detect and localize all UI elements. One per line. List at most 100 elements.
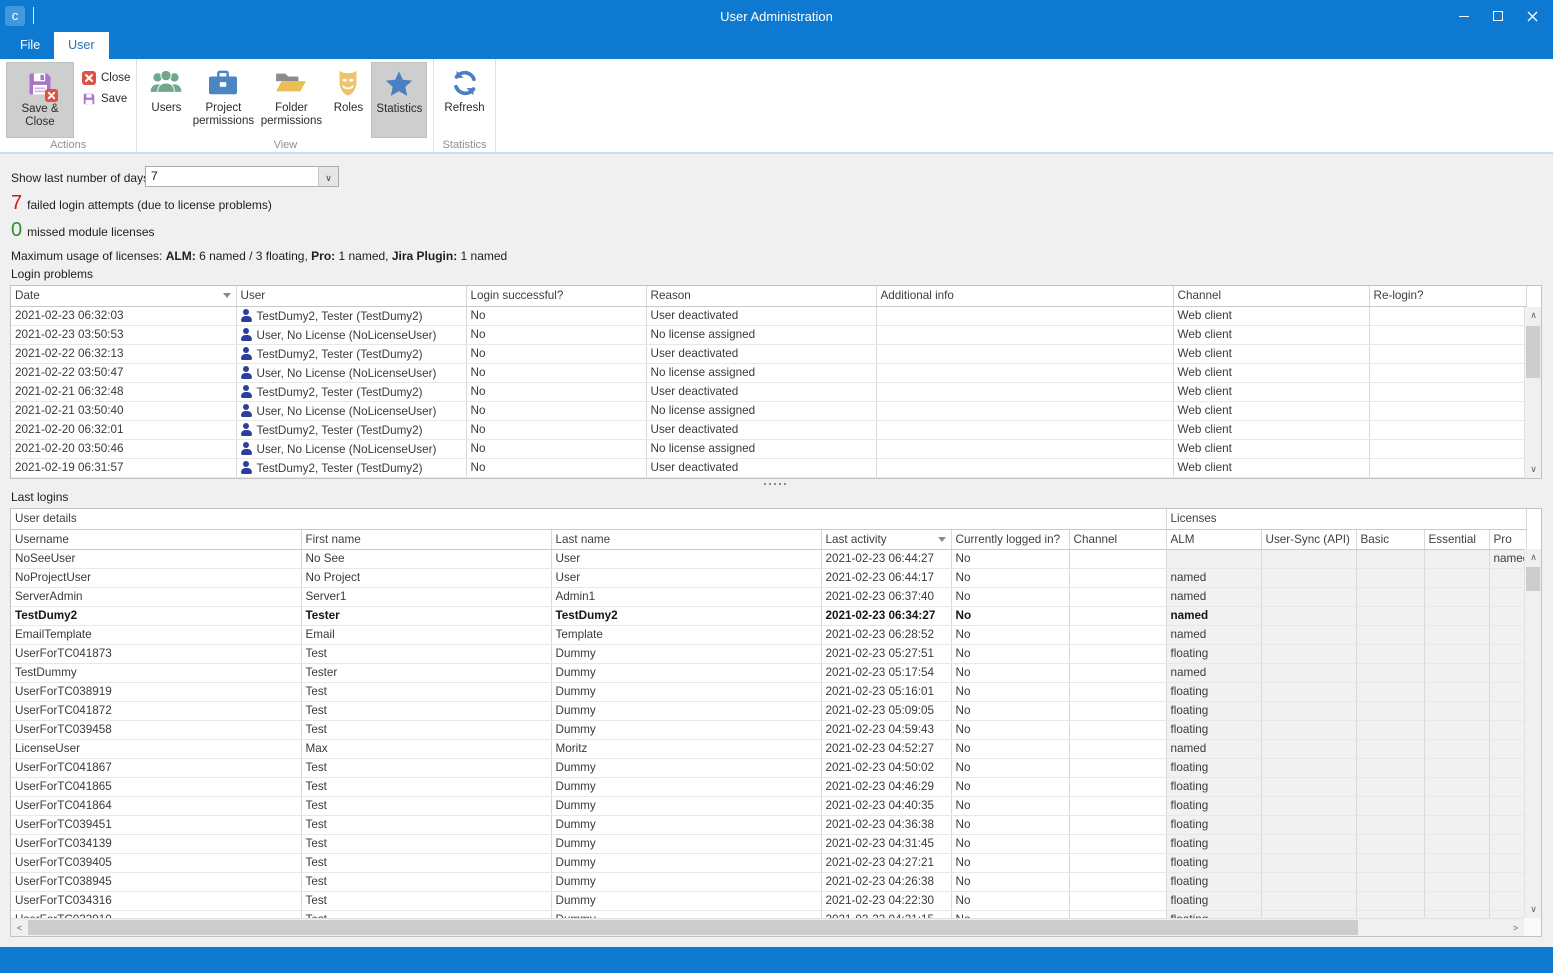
users-button[interactable]: Users <box>143 62 189 138</box>
cell: 2021-02-23 04:52:27 <box>821 739 951 758</box>
table-row[interactable]: UserForTC034139TestDummy2021-02-23 04:31… <box>11 834 1526 853</box>
cell <box>1424 587 1489 606</box>
minimize-button[interactable] <box>1451 4 1477 28</box>
table-row[interactable]: TestDummyTesterDummy2021-02-23 05:17:54N… <box>11 663 1526 682</box>
table-row[interactable]: NoProjectUserNo ProjectUser2021-02-23 06… <box>11 568 1526 587</box>
column-header[interactable]: First name <box>301 529 551 549</box>
column-header[interactable]: Currently logged in? <box>951 529 1069 549</box>
table-row[interactable]: 2021-02-19 06:31:57TestDumy2, Tester (Te… <box>11 458 1526 477</box>
cell <box>1261 720 1356 739</box>
table-row[interactable]: ServerAdminServer1Admin12021-02-23 06:37… <box>11 587 1526 606</box>
cell <box>1356 606 1424 625</box>
scroll-up-icon[interactable] <box>1525 307 1542 324</box>
table-row[interactable]: UserForTC041865TestDummy2021-02-23 04:46… <box>11 777 1526 796</box>
table-row[interactable]: EmailTemplateEmailTemplate2021-02-23 06:… <box>11 625 1526 644</box>
table-row[interactable]: UserForTC039458TestDummy2021-02-23 04:59… <box>11 720 1526 739</box>
column-header[interactable]: Channel <box>1069 529 1166 549</box>
vertical-scrollbar[interactable] <box>1524 307 1541 478</box>
table-row[interactable]: UserForTC034316TestDummy2021-02-23 04:22… <box>11 891 1526 910</box>
scroll-down-icon[interactable] <box>1525 461 1542 478</box>
scroll-down-icon[interactable] <box>1525 901 1542 918</box>
group-label-view: View <box>137 139 433 151</box>
save-button[interactable]: Save <box>82 92 130 106</box>
save-close-button[interactable]: Save & Close <box>6 62 74 138</box>
table-row[interactable]: 2021-02-23 03:50:53User, No License (NoL… <box>11 325 1526 344</box>
table-row[interactable]: LicenseUserMaxMoritz2021-02-23 04:52:27N… <box>11 739 1526 758</box>
cell <box>1369 306 1526 325</box>
cell <box>1261 549 1356 568</box>
table-row[interactable]: TestDumy2TesterTestDumy22021-02-23 06:34… <box>11 606 1526 625</box>
scrollbar-thumb[interactable] <box>1526 326 1540 378</box>
table-row[interactable]: UserForTC038919TestDummy2021-02-23 05:16… <box>11 682 1526 701</box>
table-row[interactable]: UserForTC039451TestDummy2021-02-23 04:36… <box>11 815 1526 834</box>
column-header[interactable]: Additional info <box>876 286 1173 306</box>
cell: Tester <box>301 663 551 682</box>
column-header[interactable]: ALM <box>1166 529 1261 549</box>
close-button[interactable]: Close <box>82 71 130 85</box>
cell: NoSeeUser <box>11 549 301 568</box>
titlebar: c User Administration <box>0 0 1553 32</box>
column-header[interactable]: Last name <box>551 529 821 549</box>
cell <box>1261 739 1356 758</box>
table-row[interactable]: UserForTC039405TestDummy2021-02-23 04:27… <box>11 853 1526 872</box>
table-row[interactable]: 2021-02-21 03:50:40User, No License (NoL… <box>11 401 1526 420</box>
table-row[interactable]: UserForTC038945TestDummy2021-02-23 04:26… <box>11 872 1526 891</box>
table-row[interactable]: UserForTC041872TestDummy2021-02-23 05:09… <box>11 701 1526 720</box>
cell <box>1356 739 1424 758</box>
tab-file[interactable]: File <box>6 32 54 59</box>
column-header[interactable]: Reason <box>646 286 876 306</box>
scroll-right-icon[interactable] <box>1507 919 1524 936</box>
cell <box>1424 701 1489 720</box>
cell <box>1069 891 1166 910</box>
scroll-left-icon[interactable] <box>11 919 28 936</box>
column-header[interactable]: Basic <box>1356 529 1424 549</box>
horizontal-scrollbar[interactable] <box>11 918 1524 936</box>
days-combobox[interactable]: 7 <box>145 166 339 187</box>
scroll-up-icon[interactable] <box>1525 549 1542 566</box>
table-row[interactable]: NoSeeUserNo SeeUser2021-02-23 06:44:27No… <box>11 549 1526 568</box>
table-row[interactable]: UserForTC041873TestDummy2021-02-23 05:27… <box>11 644 1526 663</box>
table-row[interactable]: 2021-02-22 03:50:47User, No License (NoL… <box>11 363 1526 382</box>
close-window-button[interactable] <box>1519 4 1545 28</box>
table-row[interactable]: UserForTC041867TestDummy2021-02-23 04:50… <box>11 758 1526 777</box>
tab-user[interactable]: User <box>54 32 108 59</box>
project-permissions-button[interactable]: Project permissions <box>189 62 257 138</box>
column-header[interactable]: User-Sync (API) <box>1261 529 1356 549</box>
column-header[interactable]: Channel <box>1173 286 1369 306</box>
scrollbar-thumb[interactable] <box>1526 567 1540 591</box>
cell: named <box>1166 587 1261 606</box>
cell <box>1424 720 1489 739</box>
splitter-handle[interactable] <box>0 478 1553 490</box>
maximize-button[interactable] <box>1485 4 1511 28</box>
table-row[interactable]: UserForTC041864TestDummy2021-02-23 04:40… <box>11 796 1526 815</box>
cell: Web client <box>1173 306 1369 325</box>
cell: TestDummy <box>11 663 301 682</box>
roles-button[interactable]: Roles <box>325 62 371 138</box>
vertical-scrollbar[interactable] <box>1524 549 1541 918</box>
refresh-button[interactable]: Refresh <box>440 62 488 138</box>
table-row[interactable]: 2021-02-21 06:32:48TestDumy2, Tester (Te… <box>11 382 1526 401</box>
folder-permissions-button[interactable]: Folder permissions <box>257 62 325 138</box>
column-header[interactable]: Login successful? <box>466 286 646 306</box>
cell: UserForTC041872 <box>11 701 301 720</box>
table-row[interactable]: 2021-02-20 06:32:01TestDumy2, Tester (Te… <box>11 420 1526 439</box>
scrollbar-thumb[interactable] <box>28 920 1358 935</box>
group-label-actions: Actions <box>0 139 136 151</box>
column-header[interactable]: Username <box>11 529 301 549</box>
column-header[interactable]: User <box>236 286 466 306</box>
statistics-button[interactable]: Statistics <box>371 62 427 138</box>
column-header[interactable]: Date <box>11 286 236 306</box>
cell <box>1356 568 1424 587</box>
usage-segment: Jira Plugin: <box>392 249 457 263</box>
table-row[interactable]: 2021-02-22 06:32:13TestDumy2, Tester (Te… <box>11 344 1526 363</box>
days-filter-row: Show last number of days: 7 <box>11 167 152 188</box>
column-header[interactable]: Last activity <box>821 529 951 549</box>
cell <box>1424 815 1489 834</box>
cell: UserForTC041873 <box>11 644 301 663</box>
column-header[interactable]: Pro <box>1489 529 1526 549</box>
column-header[interactable]: Re-login? <box>1369 286 1526 306</box>
combo-dropdown-button[interactable] <box>318 167 338 186</box>
table-row[interactable]: 2021-02-20 03:50:46User, No License (NoL… <box>11 439 1526 458</box>
table-row[interactable]: 2021-02-23 06:32:03TestDumy2, Tester (Te… <box>11 306 1526 325</box>
column-header[interactable]: Essential <box>1424 529 1489 549</box>
